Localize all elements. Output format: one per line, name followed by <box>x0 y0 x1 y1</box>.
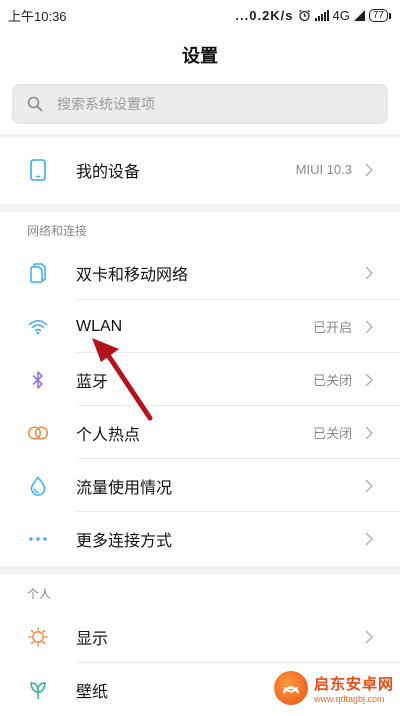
status-time: 上午10:36 <box>8 8 67 24</box>
wallpaper-icon <box>26 678 50 702</box>
page-title: 设置 <box>182 46 218 66</box>
watermark: 启东安卓网 www.qdtagbj.com <box>273 671 394 705</box>
sim-card-icon <box>26 261 50 285</box>
item-value: 已开启 <box>312 320 352 335</box>
item-label: 蓝牙 <box>76 373 109 391</box>
more-connections-icon <box>26 527 50 551</box>
watermark-url: www.qdtagbj.com <box>313 693 385 704</box>
item-label: 个人热点 <box>76 426 141 444</box>
section-divider <box>0 204 400 212</box>
phone-icon <box>26 158 50 182</box>
display-icon <box>26 625 50 649</box>
battery-icon: 77 <box>368 8 392 22</box>
item-label: 流量使用情况 <box>76 479 173 497</box>
search-icon <box>27 96 43 112</box>
alarm-icon <box>298 9 310 21</box>
list-item-more-connections[interactable]: 更多连接方式 <box>0 512 400 565</box>
section-header-network: 网络和连接 <box>27 224 88 238</box>
item-label: 更多连接方式 <box>76 532 173 550</box>
section-header-personal: 个人 <box>27 587 52 601</box>
chevron-right-icon <box>364 629 374 645</box>
network-type: 4G <box>332 7 350 23</box>
list-item-wlan[interactable]: WLAN 已开启 <box>0 300 400 353</box>
list-item-hotspot[interactable]: 个人热点 已关闭 <box>0 406 400 459</box>
list-item-display[interactable]: 显示 <box>0 610 400 663</box>
chevron-right-icon <box>364 372 374 388</box>
watermark-title: 启东安卓网 <box>313 675 394 693</box>
wifi-icon <box>26 315 50 339</box>
item-label: 双卡和移动网络 <box>76 266 189 284</box>
item-label: 显示 <box>76 630 109 648</box>
item-label: 壁纸 <box>76 683 109 701</box>
status-bar: 上午10:36 ...0.2K/s 4G 77 <box>0 0 400 30</box>
network-speed: ...0.2K/s <box>235 7 294 23</box>
list-item-dual-sim[interactable]: 双卡和移动网络 <box>0 246 400 299</box>
divider <box>0 134 400 137</box>
chevron-right-icon <box>364 265 374 281</box>
bluetooth-icon <box>26 368 50 392</box>
my-device-value: MIUI 10.3 <box>295 162 352 177</box>
chevron-right-icon <box>364 319 374 335</box>
signal-icon <box>314 9 329 21</box>
chevron-right-icon <box>364 162 374 178</box>
chevron-right-icon <box>364 425 374 441</box>
list-item-bluetooth[interactable]: 蓝牙 已关闭 <box>0 353 400 406</box>
item-label: WLAN <box>76 317 123 335</box>
watermark-logo-icon <box>273 671 308 705</box>
search-bar[interactable] <box>12 84 388 124</box>
hotspot-icon <box>26 421 50 445</box>
chevron-right-icon <box>364 478 374 494</box>
data-usage-icon <box>26 474 50 498</box>
section-divider <box>0 566 400 574</box>
list-item-data-usage[interactable]: 流量使用情况 <box>0 459 400 512</box>
item-value: 已关闭 <box>312 373 352 388</box>
signal-icon-2 <box>353 9 365 21</box>
my-device-item[interactable]: 我的设备 MIUI 10.3 <box>0 143 400 196</box>
chevron-right-icon <box>364 531 374 547</box>
status-icons: ...0.2K/s 4G 77 <box>235 7 392 23</box>
item-value: 已关闭 <box>312 426 352 441</box>
search-input[interactable] <box>55 95 359 113</box>
my-device-label: 我的设备 <box>76 163 141 181</box>
